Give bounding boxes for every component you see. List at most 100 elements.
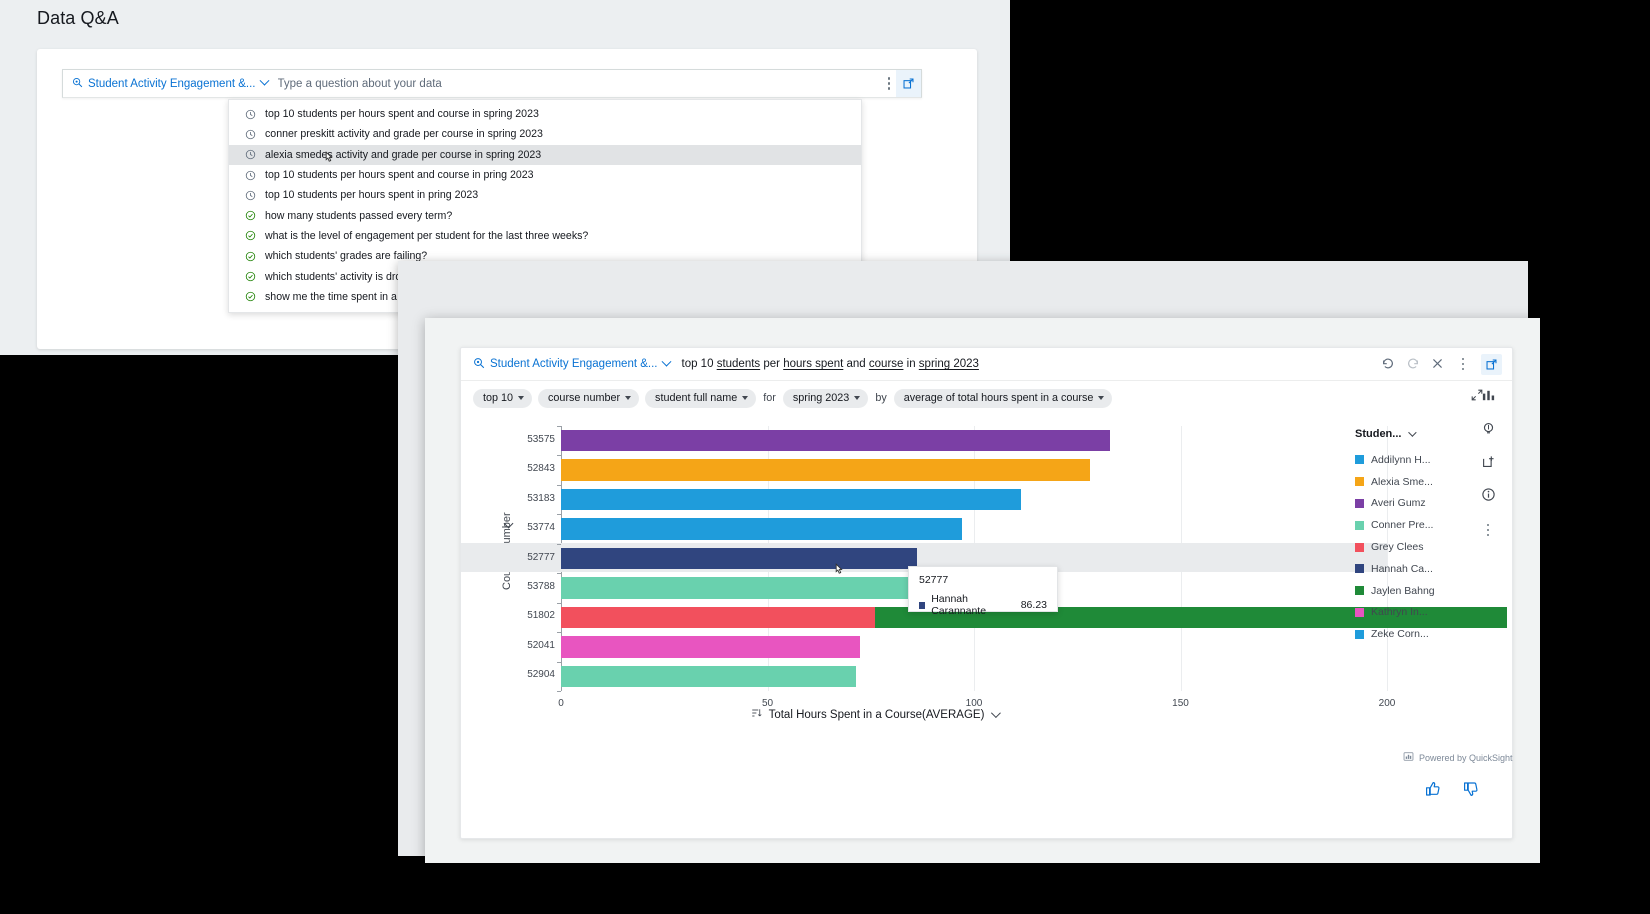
bar[interactable]	[561, 489, 1021, 511]
undo-icon[interactable]	[1381, 357, 1395, 371]
filter-pill[interactable]: average of total hours spent in a course	[894, 389, 1113, 408]
legend-color-swatch	[1355, 499, 1364, 508]
info-icon[interactable]	[1481, 487, 1496, 502]
pill-connector: by	[874, 392, 887, 404]
chevron-down-icon	[661, 356, 671, 366]
bar[interactable]	[561, 636, 860, 658]
bar[interactable]	[561, 607, 875, 629]
check-circle-icon	[245, 271, 256, 282]
thumbs-up-icon[interactable]	[1425, 781, 1441, 797]
insight-bulb-icon[interactable]	[1481, 421, 1496, 436]
legend-item[interactable]: Addilynn H...	[1355, 449, 1460, 471]
question-token: and	[847, 358, 866, 370]
quicksight-logo-icon	[1403, 751, 1414, 764]
legend-item-label: Conner Pre...	[1371, 519, 1433, 531]
suggestion-item[interactable]: top 10 students per hours spent in pring…	[229, 185, 861, 205]
y-axis-tick-label: 53788	[503, 582, 555, 592]
filter-pill-label: course number	[548, 392, 620, 404]
qa-kebab-menu-icon[interactable]	[882, 74, 896, 94]
topic-selector[interactable]: Student Activity Engagement &...	[63, 70, 274, 97]
x-axis-title: Total Hours Spent in a Course(AVERAGE)	[769, 709, 985, 721]
tooltip-course: 52777	[919, 574, 1047, 586]
bar[interactable]	[561, 548, 917, 570]
header-actions	[1381, 354, 1512, 375]
x-axis-title-group[interactable]: Total Hours Spent in a Course(AVERAGE)	[461, 707, 1287, 722]
legend-color-swatch	[1355, 521, 1364, 530]
search-input[interactable]	[274, 70, 883, 97]
chart-kebab-menu-icon[interactable]	[1456, 354, 1470, 374]
add-to-analysis-icon[interactable]	[1481, 454, 1496, 469]
chart-type-icon[interactable]	[1481, 388, 1496, 403]
tooltip-value: 86.23	[1021, 599, 1047, 611]
bar[interactable]	[561, 518, 962, 540]
suggestion-item[interactable]: how many students passed every term?	[229, 205, 861, 225]
tooltip-color-swatch	[919, 602, 925, 609]
question-token[interactable]: hours spent	[783, 358, 843, 370]
filter-pill[interactable]: top 10	[473, 389, 532, 408]
y-axis-tick-mark	[557, 662, 561, 663]
filter-pill[interactable]: course number	[538, 389, 639, 408]
bar[interactable]	[561, 430, 1110, 452]
question-text[interactable]: top 10 students per hours spent and cour…	[676, 358, 1382, 370]
legend-title: Studen...	[1355, 428, 1401, 440]
legend-color-swatch	[1355, 608, 1364, 617]
legend-item[interactable]: Kathryn In...	[1355, 602, 1460, 624]
legend-item-label: Alexia Sme...	[1371, 476, 1433, 488]
y-axis-tick-mark	[557, 426, 561, 427]
y-axis-tick-label: 51802	[503, 611, 555, 621]
legend-color-swatch	[1355, 455, 1364, 464]
powered-by-quicksight: Powered by QuickSight	[1403, 751, 1513, 764]
visual-kebab-menu-icon[interactable]	[1481, 520, 1495, 540]
chart-topic-selector[interactable]: Student Activity Engagement &...	[461, 351, 676, 378]
question-token[interactable]: course	[869, 358, 904, 370]
close-icon[interactable]	[1431, 357, 1445, 371]
suggestion-item[interactable]: top 10 students per hours spent and cour…	[229, 104, 861, 124]
qa-export-icon[interactable]	[896, 70, 921, 97]
filter-pill[interactable]: spring 2023	[783, 389, 868, 408]
legend-item-label: Zeke Corn...	[1371, 628, 1429, 640]
legend-title-row[interactable]: Studen...	[1355, 428, 1460, 440]
chevron-down-icon[interactable]	[1409, 428, 1417, 436]
legend-item-label: Hannah Ca...	[1371, 563, 1433, 575]
legend-item[interactable]: Averi Gumz	[1355, 493, 1460, 515]
thumbs-down-icon[interactable]	[1463, 781, 1479, 797]
legend-item[interactable]: Grey Clees	[1355, 536, 1460, 558]
suggestion-label: what is the level of engagement per stud…	[265, 230, 588, 242]
redo-icon[interactable]	[1406, 357, 1420, 371]
check-circle-icon	[245, 251, 256, 262]
y-axis-tick-label: 52041	[503, 641, 555, 651]
bar[interactable]	[561, 577, 933, 599]
caret-down-icon	[742, 396, 748, 400]
clock-icon	[245, 190, 256, 201]
check-circle-icon	[245, 291, 256, 302]
sort-icon[interactable]	[750, 707, 762, 722]
y-axis-tick-label: 53575	[503, 435, 555, 445]
question-token[interactable]: students	[717, 358, 760, 370]
tooltip-student: Hannah Carannante	[931, 593, 1015, 617]
chart-export-icon[interactable]	[1481, 354, 1502, 375]
powered-by-label: Powered by QuickSight	[1419, 753, 1513, 763]
bars-area: 050100150200	[561, 426, 1387, 691]
legend-item[interactable]: Conner Pre...	[1355, 514, 1460, 536]
clock-icon	[245, 170, 256, 181]
legend-item[interactable]: Alexia Sme...	[1355, 471, 1460, 493]
y-axis-tick-mark	[557, 544, 561, 545]
suggestion-item[interactable]: what is the level of engagement per stud…	[229, 226, 861, 246]
legend-item[interactable]: Jaylen Bahng	[1355, 580, 1460, 602]
filter-pill[interactable]: student full name	[645, 389, 756, 408]
suggestion-label: top 10 students per hours spent in pring…	[265, 189, 478, 201]
chevron-down-icon[interactable]	[991, 708, 1001, 718]
question-token[interactable]: spring 2023	[919, 358, 979, 370]
check-circle-icon	[245, 230, 256, 241]
suggestion-item[interactable]: top 10 students per hours spent and cour…	[229, 165, 861, 185]
suggestion-item[interactable]: conner preskitt activity and grade per c…	[229, 124, 861, 144]
bar[interactable]	[561, 459, 1090, 481]
suggestion-label: alexia smedes activity and grade per cou…	[265, 149, 541, 161]
legend-item[interactable]: Hannah Ca...	[1355, 558, 1460, 580]
filter-pill-label: average of total hours spent in a course	[904, 392, 1094, 404]
suggestion-item[interactable]: alexia smedes activity and grade per cou…	[229, 145, 861, 165]
legend-item[interactable]: Zeke Corn...	[1355, 623, 1460, 645]
y-axis-tick-label: 52843	[503, 464, 555, 474]
qa-search-bar: Student Activity Engagement &...	[62, 69, 922, 98]
bar[interactable]	[561, 666, 856, 688]
